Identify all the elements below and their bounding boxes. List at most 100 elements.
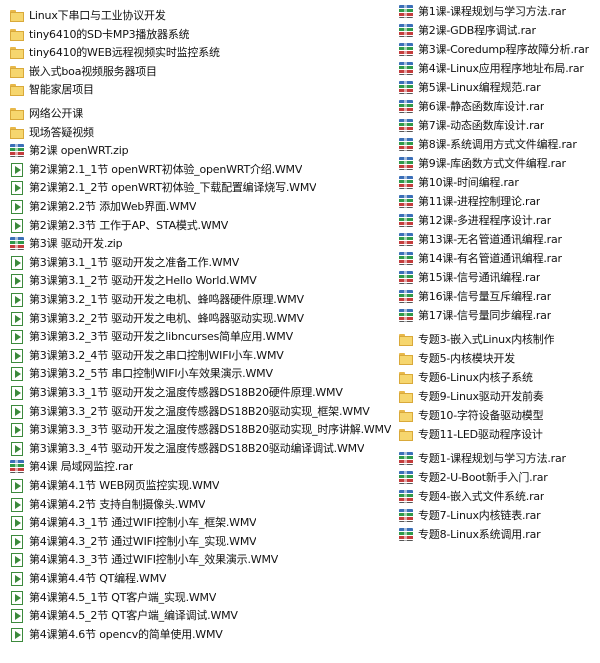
file-list-item[interactable]: 专题1-课程规划与学习方法.rar (398, 449, 566, 468)
file-list-item[interactable]: 第2课 openWRT.zip (9, 141, 128, 160)
file-list-item[interactable]: 第4课第4.3_1节 通过WIFI控制小车_框架.WMV (9, 513, 256, 532)
file-list-item[interactable]: 第2课第2.3节 工作于AP、STA模式.WMV (9, 216, 228, 235)
file-name: 第2课第2.1_2节 openWRT初体验_下载配置编译烧写.WMV (29, 181, 317, 195)
file-list-item[interactable]: 嵌入式boa视频服务器项目 (9, 62, 157, 81)
file-list-item[interactable]: 第2课第2.1_2节 openWRT初体验_下载配置编译烧写.WMV (9, 178, 316, 197)
file-list-item[interactable]: tiny6410的WEB远程视频实时监控系统 (9, 43, 220, 62)
file-list-item[interactable]: 第2课第2.1_1节 openWRT初体验_openWRT介绍.WMV (9, 160, 302, 179)
file-list-item[interactable]: 第14课-有名管道通讯编程.rar (398, 249, 562, 268)
archive-icon (398, 194, 414, 209)
archive-icon (398, 308, 414, 323)
archive-icon (398, 118, 414, 133)
file-list-item[interactable]: 专题11-LED驱动程序设计 (398, 425, 543, 444)
file-list-item[interactable]: 第4课第4.6节 opencv的简单使用.WMV (9, 625, 223, 644)
file-list-item[interactable]: 专题9-Linux驱动开发前奏 (398, 387, 544, 406)
file-name: 第3课 驱动开发.zip (29, 237, 123, 251)
file-name: 第3课第3.1_1节 驱动开发之准备工作.WMV (29, 255, 240, 269)
file-name: 第14课-有名管道通讯编程.rar (418, 252, 562, 265)
file-list-item[interactable]: 智能家居项目 (9, 80, 94, 99)
archive-icon (398, 156, 414, 171)
file-name: 第4课第4.3_2节 通过WIFI控制小车_实现.WMV (29, 534, 257, 548)
file-list-item[interactable]: 第16课-信号量互斥编程.rar (398, 287, 551, 306)
file-list-item[interactable]: 第4课-Linux应用程序地址布局.rar (398, 59, 584, 78)
file-list-item[interactable]: 第3课第3.1_2节 驱动开发之Hello World.WMV (9, 271, 257, 290)
file-list-item[interactable]: 专题2-U-Boot新手入门.rar (398, 468, 548, 487)
archive-icon (398, 451, 414, 466)
file-list-item[interactable]: 第3课第3.3_4节 驱动开发之温度传感器DS18B20驱动编译调试.WMV (9, 439, 364, 458)
file-name: 第3课第3.2_1节 驱动开发之电机、蜂鸣器硬件原理.WMV (29, 293, 304, 306)
video-file-icon (9, 608, 25, 624)
folder-icon (9, 106, 25, 121)
file-name: 第3课第3.2_5节 串口控制WIFI小车效果演示.WMV (29, 367, 273, 381)
file-list-item[interactable]: 第3课第3.2_2节 驱动开发之电机、蜂鸣器驱动实现.WMV (9, 309, 304, 328)
file-list-item[interactable]: 第4课第4.4节 QT编程.WMV (9, 569, 166, 588)
file-list-item[interactable]: 第3课第3.2_3节 驱动开发之libncurses简单应用.WMV (9, 327, 293, 346)
file-list-item[interactable]: 第4课第4.5_1节 QT客户端_实现.WMV (9, 588, 216, 607)
file-list-item[interactable]: 第4课第4.1节 WEB网页监控实现.WMV (9, 476, 219, 495)
file-list-item[interactable]: 第2课第2.2节 添加Web界面.WMV (9, 197, 196, 216)
archive-icon (398, 527, 414, 542)
file-list-item[interactable]: 专题4-嵌入式文件系统.rar (398, 487, 544, 506)
file-list-item[interactable]: 专题5-内核模块开发 (398, 349, 515, 368)
video-file-icon (9, 571, 25, 586)
folder-icon (398, 332, 414, 347)
file-list-item[interactable]: 第3课第3.2_5节 串口控制WIFI小车效果演示.WMV (9, 364, 273, 383)
file-list-item[interactable]: 网络公开课 (9, 104, 83, 123)
video-file-icon (9, 385, 25, 400)
file-list-item[interactable]: 专题3-嵌入式Linux内核制作 (398, 330, 554, 349)
file-list-item[interactable]: 第3课第3.3_3节 驱动开发之温度传感器DS18B20驱动实现_时序讲解.WM… (9, 420, 391, 439)
archive-icon (398, 251, 414, 266)
file-list-item[interactable]: 第3课第3.2_1节 驱动开发之电机、蜂鸣器硬件原理.WMV (9, 290, 304, 309)
file-list-item[interactable]: 第11课-进程控制理论.rar (398, 192, 540, 211)
file-list-item[interactable]: tiny6410的SD卡MP3播放器系统 (9, 25, 189, 44)
folder-icon (398, 389, 414, 404)
file-list-item[interactable]: 专题8-Linux系统调用.rar (398, 525, 541, 544)
video-file-icon (9, 311, 25, 326)
file-list-item[interactable]: Linux下串口与工业协议开发 (9, 6, 166, 25)
video-file-icon (9, 478, 25, 493)
file-list-item[interactable]: 第2课-GDB程序调试.rar (398, 21, 536, 40)
video-file-icon (9, 218, 25, 233)
video-file-icon (9, 590, 25, 605)
video-file-icon (9, 441, 25, 456)
file-list-item[interactable]: 第8课-系统调用方式文件编程.rar (398, 135, 577, 154)
file-name: 专题7-Linux内核链表.rar (418, 509, 541, 522)
file-list-item[interactable]: 第17课-信号量同步编程.rar (398, 306, 551, 325)
folder-icon (398, 408, 414, 423)
file-list-item[interactable]: 第3课-Coredump程序故障分析.rar (398, 40, 589, 59)
file-list-item[interactable]: 第3课第3.1_1节 驱动开发之准备工作.WMV (9, 253, 239, 272)
file-list-item[interactable]: 第12课-多进程程序设计.rar (398, 211, 551, 230)
file-list-item[interactable]: 第4课第4.3_2节 通过WIFI控制小车_实现.WMV (9, 532, 256, 551)
file-list-item[interactable]: 第3课 驱动开发.zip (9, 234, 122, 253)
archive-icon (9, 236, 25, 251)
file-name: 专题11-LED驱动程序设计 (418, 428, 543, 441)
file-list-item[interactable]: 专题7-Linux内核链表.rar (398, 506, 541, 525)
file-list-item[interactable]: 第10课-时间编程.rar (398, 173, 519, 192)
file-list-item[interactable]: 第4课第4.2节 支持自制摄像头.WMV (9, 495, 205, 514)
file-list-item[interactable]: 第9课-库函数方式文件编程.rar (398, 154, 566, 173)
file-list-item[interactable]: 专题10-字符设备驱动模型 (398, 406, 543, 425)
file-list-item[interactable]: 第15课-信号通讯编程.rar (398, 268, 540, 287)
file-name: 第2课-GDB程序调试.rar (418, 24, 536, 37)
file-list-item[interactable]: 第3课第3.3_1节 驱动开发之温度传感器DS18B20硬件原理.WMV (9, 383, 343, 402)
file-list-item[interactable]: 第3课第3.3_2节 驱动开发之温度传感器DS18B20驱动实现_框架.WMV (9, 402, 370, 421)
file-name: 第3课第3.3_4节 驱动开发之温度传感器DS18B20驱动编译调试.WMV (29, 441, 365, 455)
file-list-item[interactable]: 专题6-Linux内核子系统 (398, 368, 533, 387)
file-list-item[interactable]: 第1课-课程规划与学习方法.rar (398, 2, 566, 21)
video-file-icon (9, 292, 25, 307)
file-list-item[interactable]: 第5课-Linux编程规范.rar (398, 78, 541, 97)
file-name: 第4课第4.2节 支持自制摄像头.WMV (29, 497, 206, 511)
video-file-icon (9, 199, 25, 214)
video-file-icon (9, 515, 25, 531)
file-list-item[interactable]: 第4课第4.3_3节 通过WIFI控制小车_效果演示.WMV (9, 550, 278, 569)
archive-icon (398, 80, 414, 95)
file-list-item[interactable]: 第4课第4.5_2节 QT客户端_编译调试.WMV (9, 606, 238, 625)
file-name: 第3课第3.2_3节 驱动开发之libncurses简单应用.WMV (29, 330, 293, 344)
file-list-item[interactable]: 第3课第3.2_4节 驱动开发之串口控制WIFI小车.WMV (9, 346, 284, 365)
video-file-icon (9, 329, 25, 345)
file-list-item[interactable]: 第7课-动态函数库设计.rar (398, 116, 544, 135)
file-list-item[interactable]: 第13课-无名管道通讯编程.rar (398, 230, 562, 249)
file-list-item[interactable]: 第6课-静态函数库设计.rar (398, 97, 544, 116)
file-list-item[interactable]: 第4课 局域网监控.rar (9, 457, 133, 476)
file-list-item[interactable]: 现场答疑视频 (9, 123, 94, 142)
